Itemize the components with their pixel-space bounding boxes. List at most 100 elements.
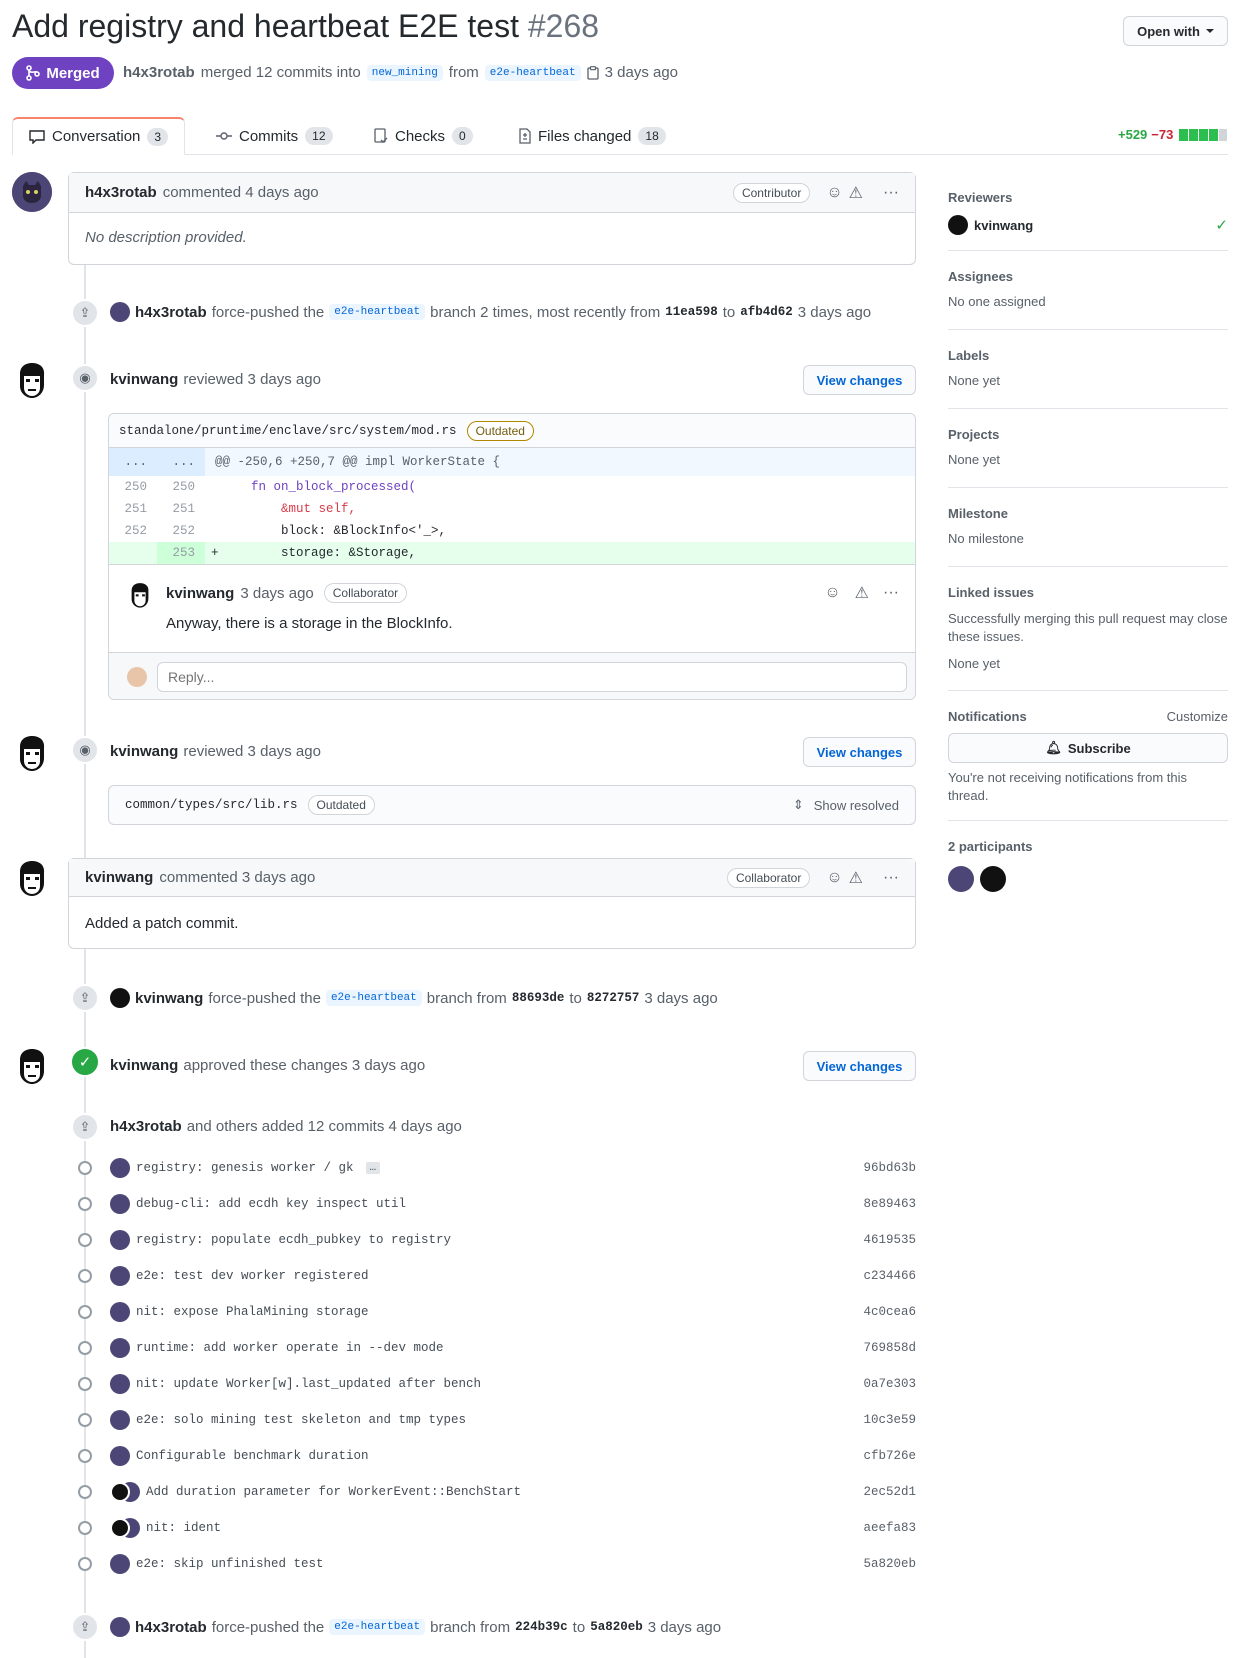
commit-message[interactable]: e2e: skip unfinished test: [136, 1557, 324, 1571]
smiley-icon[interactable]: ☺: [824, 584, 840, 602]
avatar[interactable]: [110, 988, 130, 1008]
more-icon[interactable]: ···: [883, 869, 899, 887]
commit-message[interactable]: Configurable benchmark duration: [136, 1449, 369, 1463]
show-resolved-link[interactable]: Show resolved: [814, 798, 899, 813]
commit-sha[interactable]: 0a7e303: [863, 1377, 916, 1391]
commit-message[interactable]: runtime: add worker operate in --dev mod…: [136, 1341, 444, 1355]
review-author[interactable]: kvinwang: [110, 1057, 178, 1074]
avatar[interactable]: [110, 1338, 130, 1358]
expand-down[interactable]: ...: [157, 448, 205, 476]
report-icon[interactable]: ⚠: [849, 868, 863, 888]
smiley-icon[interactable]: ☺: [826, 184, 842, 202]
avatar[interactable]: [12, 858, 52, 898]
avatar[interactable]: [948, 866, 974, 892]
tab-checks[interactable]: Checks 0: [358, 117, 489, 155]
expand-message-button[interactable]: …: [365, 1162, 381, 1174]
avatar[interactable]: [110, 1446, 130, 1466]
event-author[interactable]: h4x3rotab: [135, 304, 207, 321]
file-path[interactable]: standalone/pruntime/enclave/src/system/m…: [119, 424, 457, 438]
review-author[interactable]: kvinwang: [110, 371, 178, 388]
event-time[interactable]: 3 days ago: [798, 304, 871, 321]
section-heading[interactable]: Projects: [948, 427, 1228, 442]
comment-author[interactable]: h4x3rotab: [85, 184, 157, 201]
commit-message[interactable]: registry: populate ecdh_pubkey to regist…: [136, 1233, 451, 1247]
commit-message[interactable]: nit: ident: [146, 1521, 221, 1535]
commit-sha[interactable]: 10c3e59: [863, 1413, 916, 1427]
new-line-number[interactable]: 253: [157, 542, 205, 564]
commit-sha[interactable]: c234466: [863, 1269, 916, 1283]
commit-sha[interactable]: 96bd63b: [863, 1161, 916, 1175]
old-line-number[interactable]: 250: [109, 480, 157, 494]
commit-message[interactable]: nit: update Worker[w].last_updated after…: [136, 1377, 481, 1391]
from-sha[interactable]: 88693de: [512, 991, 565, 1005]
avatar[interactable]: [126, 581, 154, 609]
avatar[interactable]: [110, 1266, 130, 1286]
open-with-button[interactable]: Open with: [1123, 16, 1228, 46]
review-author[interactable]: kvinwang: [110, 743, 178, 760]
view-changes-button[interactable]: View changes: [803, 1051, 916, 1081]
new-line-number[interactable]: 252: [157, 524, 205, 538]
section-heading[interactable]: Linked issues: [948, 585, 1228, 600]
head-branch[interactable]: e2e-heartbeat: [484, 64, 581, 81]
commit-sha[interactable]: aeefa83: [863, 1521, 916, 1535]
avatar[interactable]: [12, 360, 52, 400]
avatar[interactable]: [12, 733, 52, 773]
section-heading[interactable]: Labels: [948, 348, 1228, 363]
event-time[interactable]: 3 days ago: [648, 1619, 721, 1636]
section-heading[interactable]: Milestone: [948, 506, 1228, 521]
commit-message[interactable]: debug-cli: add ecdh key inspect util: [136, 1197, 406, 1211]
comment-time[interactable]: commented 3 days ago: [159, 869, 315, 886]
new-line-number[interactable]: 250: [157, 480, 205, 494]
new-line-number[interactable]: 251: [157, 502, 205, 516]
copy-icon[interactable]: [586, 65, 599, 80]
to-sha[interactable]: 5a820eb: [590, 1620, 643, 1634]
event-author[interactable]: h4x3rotab: [110, 1118, 182, 1135]
section-heading[interactable]: Reviewers: [948, 190, 1228, 205]
avatar[interactable]: [110, 1194, 130, 1214]
event-time[interactable]: 3 days ago: [644, 990, 717, 1007]
report-icon[interactable]: ⚠: [849, 183, 863, 203]
review-time[interactable]: reviewed 3 days ago: [183, 743, 321, 760]
commit-message[interactable]: registry: genesis worker / gk: [136, 1161, 354, 1175]
review-time[interactable]: approved these changes 3 days ago: [183, 1057, 425, 1074]
smiley-icon[interactable]: ☺: [826, 869, 842, 887]
comment-author[interactable]: kvinwang: [85, 869, 153, 886]
more-icon[interactable]: ···: [883, 184, 899, 202]
commit-sha[interactable]: cfb726e: [863, 1449, 916, 1463]
avatar[interactable]: [110, 1617, 130, 1637]
commit-sha[interactable]: 769858d: [863, 1341, 916, 1355]
pr-author-link[interactable]: h4x3rotab: [123, 64, 195, 81]
dual-avatar[interactable]: [110, 1518, 140, 1538]
branch-name[interactable]: e2e-heartbeat: [329, 1619, 426, 1635]
more-icon[interactable]: ···: [883, 584, 899, 602]
view-changes-button[interactable]: View changes: [803, 737, 916, 767]
commit-sha[interactable]: 4c0cea6: [863, 1305, 916, 1319]
tab-conversation[interactable]: Conversation 3: [12, 117, 186, 155]
avatar[interactable]: [980, 866, 1006, 892]
commit-message[interactable]: nit: expose PhalaMining storage: [136, 1305, 369, 1319]
avatar[interactable]: [948, 215, 968, 235]
avatar[interactable]: [110, 1374, 130, 1394]
old-line-number[interactable]: 251: [109, 502, 157, 516]
from-sha[interactable]: 11ea598: [665, 305, 718, 319]
file-path[interactable]: common/types/src/lib.rs: [125, 798, 298, 812]
avatar[interactable]: [110, 1230, 130, 1250]
old-line-number[interactable]: 252: [109, 524, 157, 538]
tab-files-changed[interactable]: Files changed 18: [503, 117, 682, 155]
customize-link[interactable]: Customize: [1167, 709, 1228, 724]
event-author[interactable]: kvinwang: [135, 990, 203, 1007]
avatar[interactable]: [110, 302, 130, 322]
commit-message[interactable]: e2e: solo mining test skeleton and tmp t…: [136, 1413, 466, 1427]
commit-sha[interactable]: 5a820eb: [863, 1557, 916, 1571]
commit-sha[interactable]: 4619535: [863, 1233, 916, 1247]
branch-name[interactable]: e2e-heartbeat: [329, 304, 426, 320]
commit-message[interactable]: e2e: test dev worker registered: [136, 1269, 369, 1283]
comment-time[interactable]: 3 days ago: [240, 585, 313, 602]
avatar[interactable]: [110, 1410, 130, 1430]
reply-input[interactable]: [157, 661, 907, 692]
tab-commits[interactable]: Commits 12: [200, 117, 349, 155]
commit-sha[interactable]: 2ec52d1: [863, 1485, 916, 1499]
comment-author[interactable]: kvinwang: [166, 585, 234, 602]
commit-sha[interactable]: 8e89463: [863, 1197, 916, 1211]
to-sha[interactable]: 8272757: [587, 991, 640, 1005]
